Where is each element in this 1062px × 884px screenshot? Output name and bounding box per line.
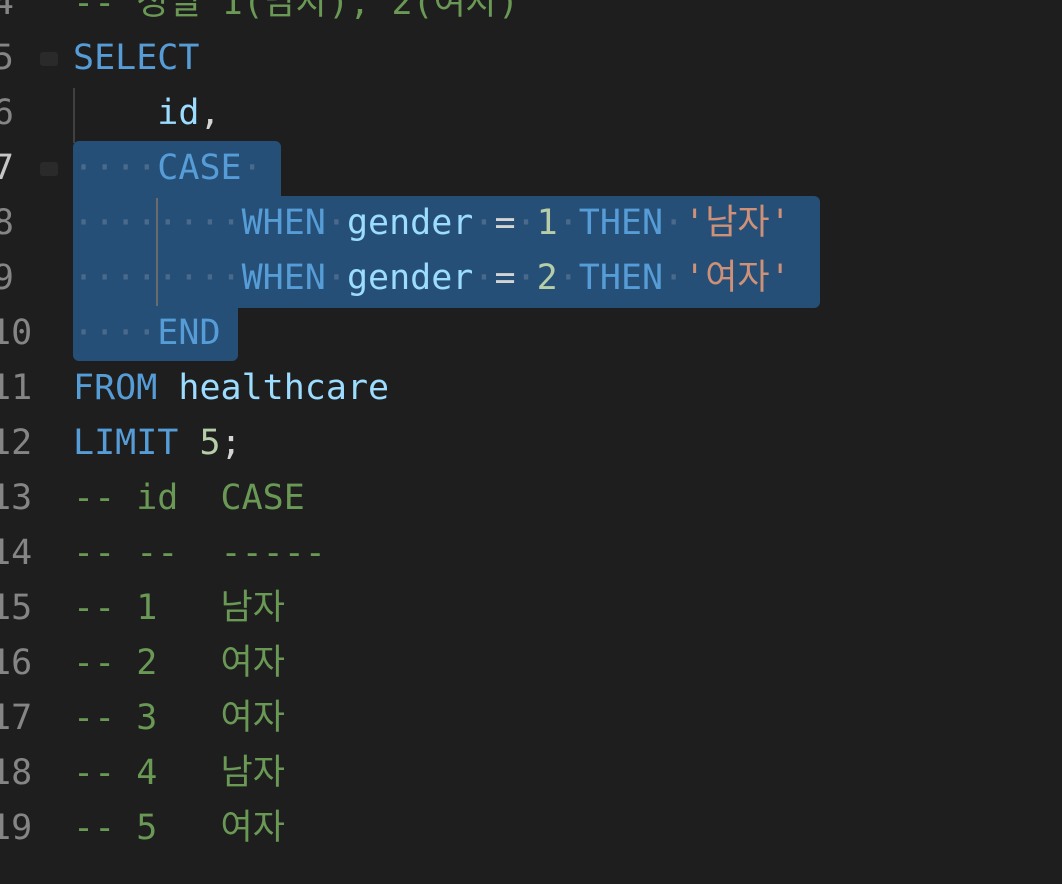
code-token: LIMIT <box>73 423 179 463</box>
line-number: 8 <box>0 203 14 243</box>
code-line[interactable]: ····CASE· <box>73 141 263 196</box>
code-line[interactable]: -- 4 남자 <box>73 746 285 801</box>
code-token: END <box>157 313 221 353</box>
line-number: 5 <box>0 38 14 78</box>
code-line[interactable]: -- id CASE <box>73 471 305 526</box>
line-number: 18 <box>0 753 33 793</box>
whitespace-marker: ···· <box>73 148 158 188</box>
whitespace-marker: · <box>473 258 495 298</box>
whitespace-marker: · <box>325 203 347 243</box>
code-line[interactable]: -- 성별 1(남자), 2(여자) <box>73 0 519 31</box>
code-line[interactable]: LIMIT 5; <box>73 416 242 471</box>
line-number: 14 <box>0 533 33 573</box>
code-line[interactable]: ····END <box>73 306 221 361</box>
line-number: 6 <box>0 93 14 133</box>
code-line[interactable]: -- 3 여자 <box>73 691 285 746</box>
code-token: 5 <box>199 423 221 463</box>
code-line[interactable]: ········WHEN·gender·=·2·THEN·'여자' <box>73 251 791 306</box>
line-number: 11 <box>0 368 33 408</box>
line-number: 13 <box>0 478 33 518</box>
code-token: -- 성별 1(남자), 2(여자) <box>73 0 520 23</box>
whitespace-marker: · <box>515 258 537 298</box>
code-line[interactable]: -- 2 여자 <box>73 636 285 691</box>
whitespace-marker: · <box>473 203 495 243</box>
line-number: 17 <box>0 698 33 738</box>
whitespace-marker: ···· <box>73 313 158 353</box>
code-line[interactable]: -- -- ----- <box>73 526 326 581</box>
code-token: WHEN <box>241 258 326 298</box>
code-token: CASE <box>157 148 242 188</box>
code-token: -- id CASE <box>73 478 305 518</box>
fold-icon[interactable] <box>40 162 58 176</box>
code-line[interactable]: SELECT <box>73 31 199 86</box>
whitespace-marker: · <box>515 203 537 243</box>
code-token: gender <box>346 203 474 243</box>
whitespace-marker: · <box>325 258 347 298</box>
code-token: THEN <box>578 203 664 243</box>
line-number: 4 <box>0 0 14 23</box>
code-token: id <box>157 93 200 133</box>
code-token: 1 <box>536 203 558 243</box>
code-token: FROM <box>73 368 158 408</box>
whitespace-marker: · <box>663 258 685 298</box>
code-line[interactable]: FROM healthcare <box>73 361 389 416</box>
code-token: SELECT <box>73 38 200 78</box>
line-number: 9 <box>0 258 14 298</box>
code-token: THEN <box>578 258 664 298</box>
code-token: -- 1 남자 <box>73 588 285 628</box>
code-token: WHEN <box>241 203 326 243</box>
fold-icon[interactable] <box>40 52 58 66</box>
line-number: 10 <box>0 313 33 353</box>
line-number: 7 <box>0 148 14 188</box>
code-line[interactable]: -- 1 남자 <box>73 581 285 636</box>
code-token: = <box>494 258 516 298</box>
code-token: ; <box>220 423 242 463</box>
code-token: = <box>494 203 516 243</box>
code-line[interactable]: id, <box>73 86 221 141</box>
code-token: '여자' <box>684 258 791 298</box>
code-token: -- 2 여자 <box>73 643 285 683</box>
whitespace-marker: ········ <box>73 258 242 298</box>
code-token: gender <box>346 258 474 298</box>
code-line[interactable]: -- 5 여자 <box>73 801 285 856</box>
whitespace-marker: · <box>557 258 579 298</box>
code-token: '남자' <box>684 203 791 243</box>
code-token: -- 3 여자 <box>73 698 285 738</box>
whitespace-marker: · <box>241 148 263 188</box>
code-line[interactable]: ········WHEN·gender·=·1·THEN·'남자' <box>73 196 791 251</box>
whitespace-marker: ········ <box>73 203 242 243</box>
code-token: healthcare <box>178 368 390 408</box>
line-number: 15 <box>0 588 33 628</box>
line-number: 12 <box>0 423 33 463</box>
whitespace-marker: · <box>663 203 685 243</box>
line-number: 19 <box>0 808 33 848</box>
code-token: -- 5 여자 <box>73 808 285 848</box>
whitespace-marker: · <box>557 203 579 243</box>
code-token: , <box>199 93 221 133</box>
line-number: 16 <box>0 643 33 683</box>
code-token: 2 <box>536 258 558 298</box>
code-token: -- 4 남자 <box>73 753 285 793</box>
code-token: -- -- ----- <box>73 533 326 573</box>
